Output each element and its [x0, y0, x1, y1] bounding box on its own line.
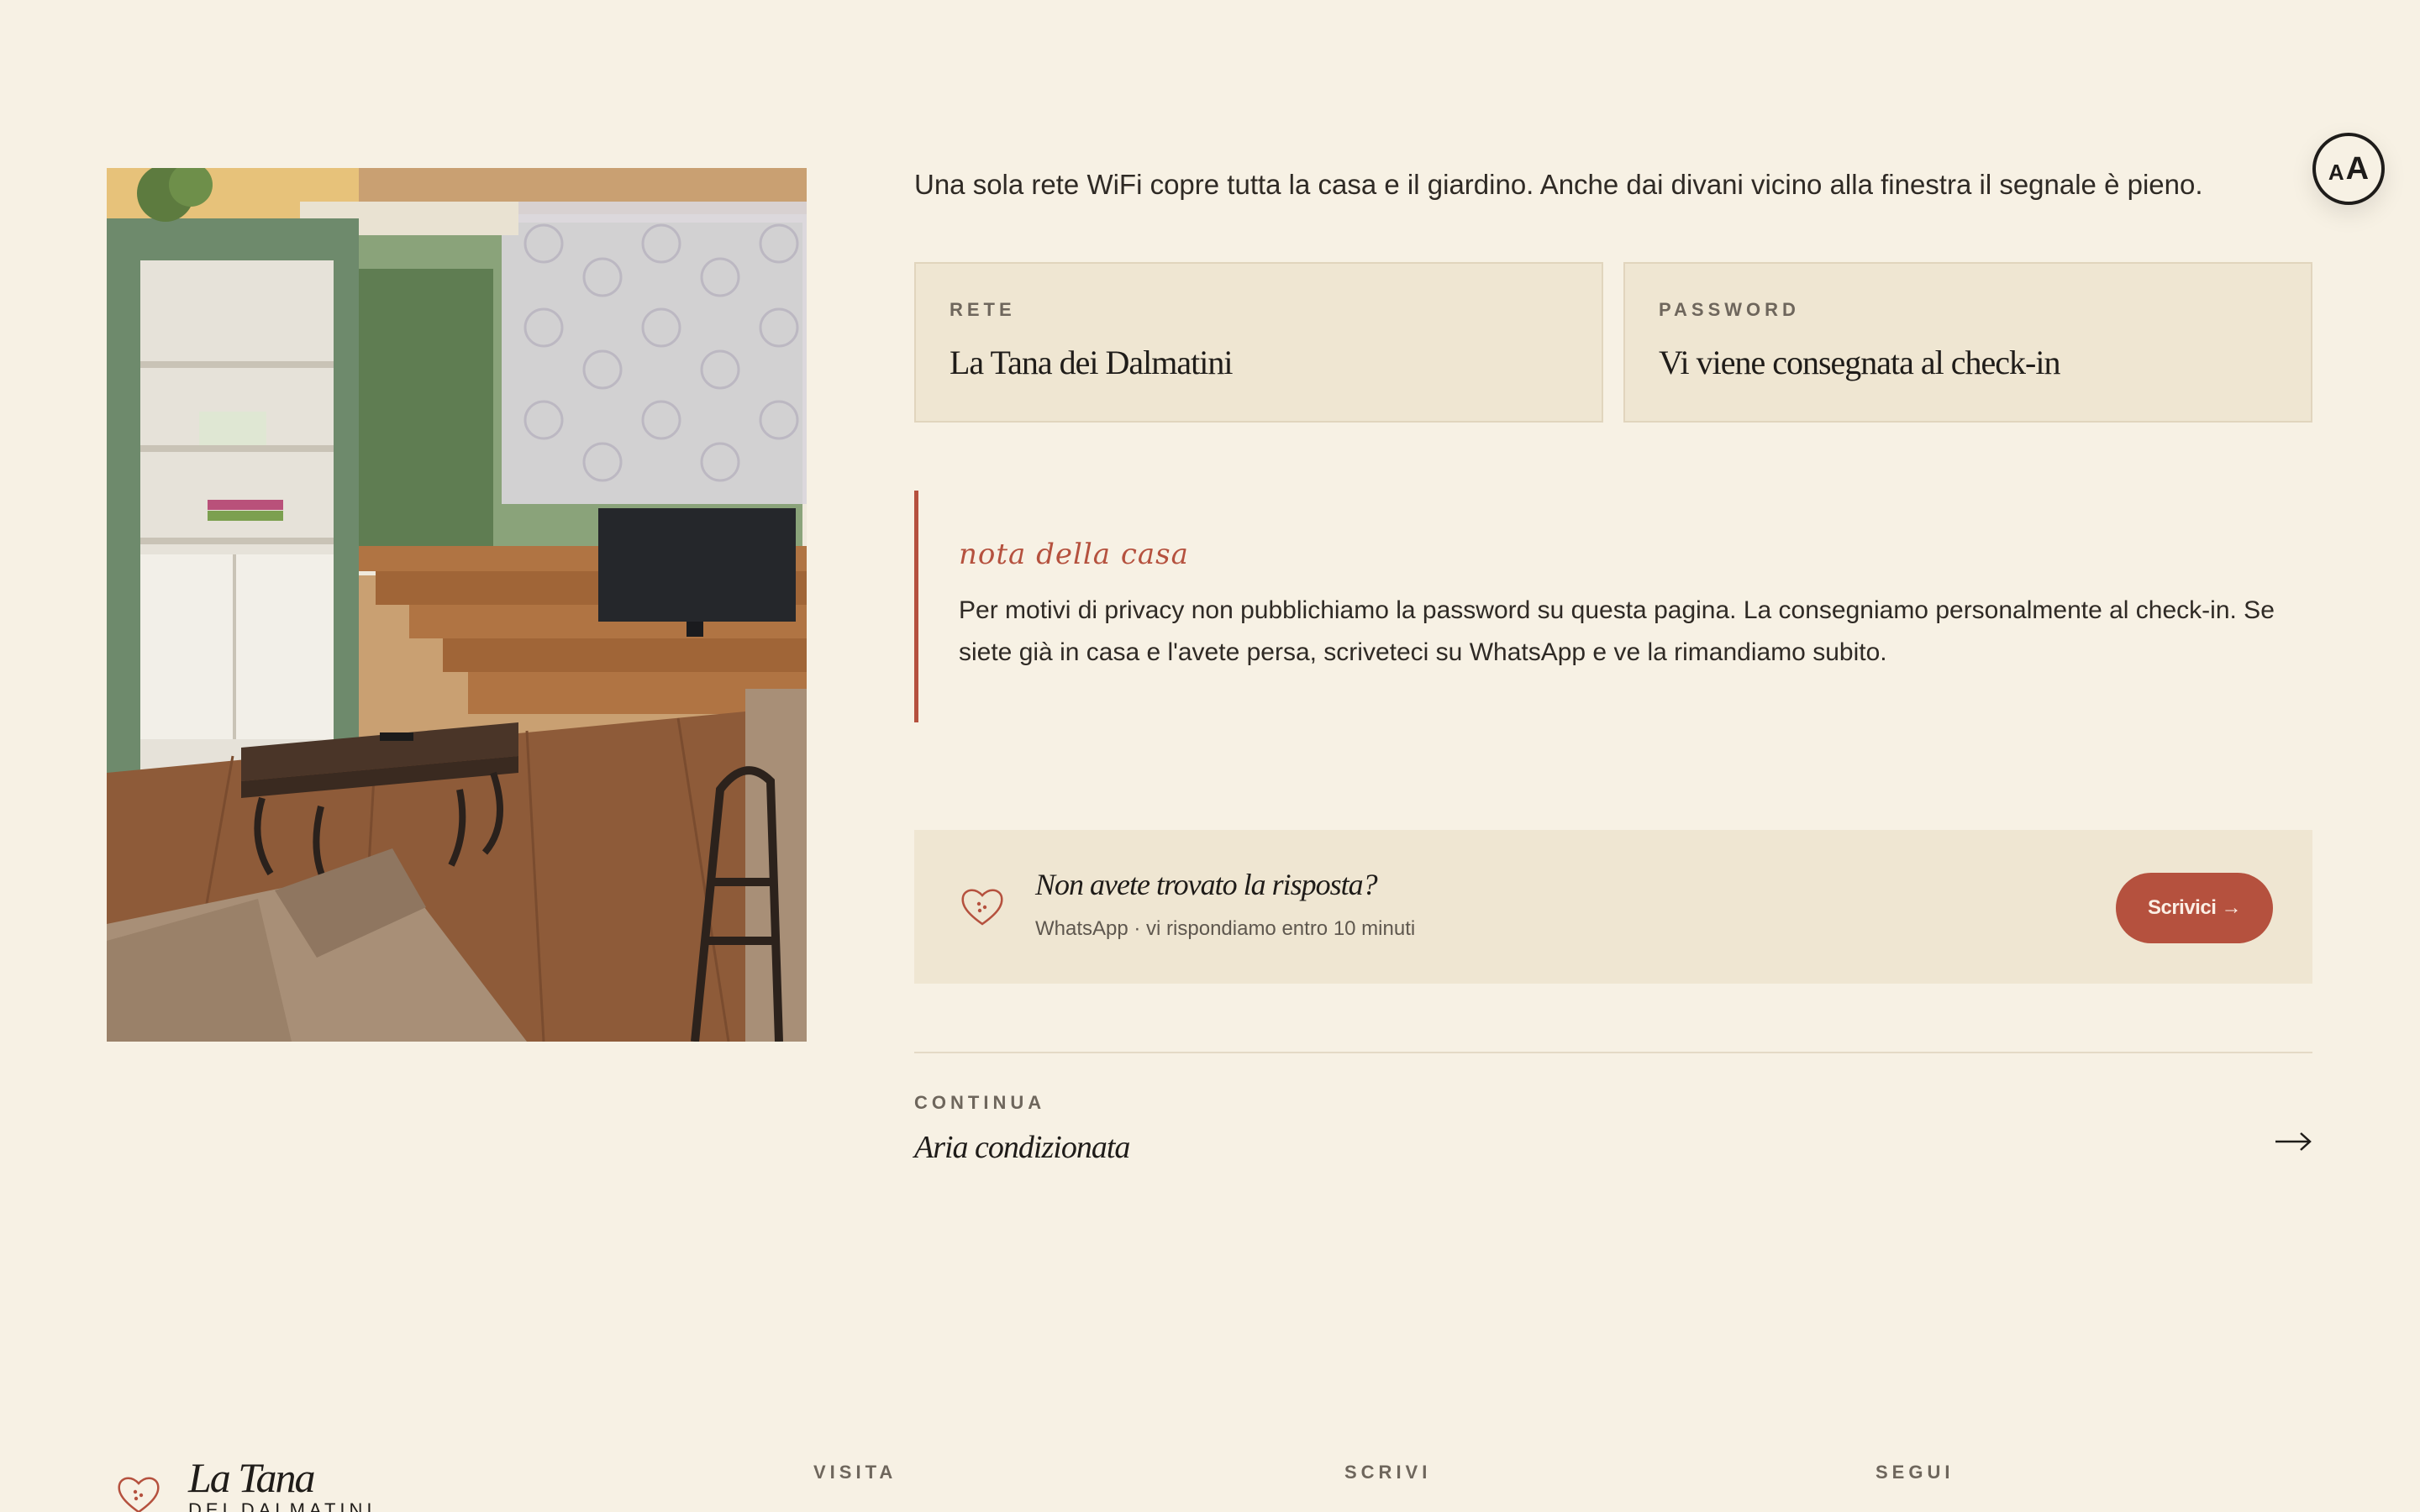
living-room-photo [107, 168, 807, 1042]
continue-label: CONTINUA [914, 1092, 1046, 1113]
password-card: PASSWORD Vi viene consegnata al check-in [1623, 262, 2312, 423]
house-note: nota della casa Per motivi di privacy no… [914, 491, 2312, 722]
network-name: La Tana dei Dalmatini [950, 344, 1233, 381]
footer-column-visita: VISITA [813, 1462, 897, 1483]
continue-link[interactable]: CONTINUA Aria condizionata [914, 1092, 2312, 1201]
footer-column-scrivi: SCRIVI [1344, 1462, 1432, 1483]
network-card: RETE La Tana dei Dalmatini [914, 262, 1603, 423]
heart-icon [118, 1477, 160, 1512]
house-note-title: nota della casa [959, 538, 1189, 571]
wifi-intro-text: Una sola rete WiFi copre tutta la casa e… [914, 169, 2203, 200]
footer-column-segui: SEGUI [1876, 1462, 1954, 1483]
contact-subtext: WhatsApp · vi rispondiamo entro 10 minut… [1035, 917, 1416, 940]
footer-logo-name: La Tana [188, 1454, 316, 1501]
font-size-icon-large: A [2345, 150, 2370, 186]
contact-banner: Non avete trovato la risposta? WhatsApp … [914, 830, 2312, 984]
network-label: RETE [950, 299, 1016, 320]
write-us-button[interactable]: Scrivici → [2116, 873, 2273, 943]
password-value: Vi viene consegnata al check-in [1659, 344, 2060, 381]
password-label: PASSWORD [1659, 299, 1800, 320]
heart-icon [961, 889, 1003, 926]
house-note-body: Per motivi di privacy non pubblichiamo l… [959, 596, 2275, 666]
next-page-title: Aria condizionata [914, 1130, 1130, 1165]
contact-question: Non avete trovato la risposta? [1035, 868, 1378, 901]
arrow-right-icon[interactable] [2274, 1129, 2312, 1154]
divider [914, 1052, 2312, 1053]
font-size-icon-small: A [2328, 159, 2344, 185]
font-size-toggle-button[interactable]: A A [2312, 133, 2385, 205]
footer-logo-sub: DEI DALMATINI [188, 1499, 376, 1512]
